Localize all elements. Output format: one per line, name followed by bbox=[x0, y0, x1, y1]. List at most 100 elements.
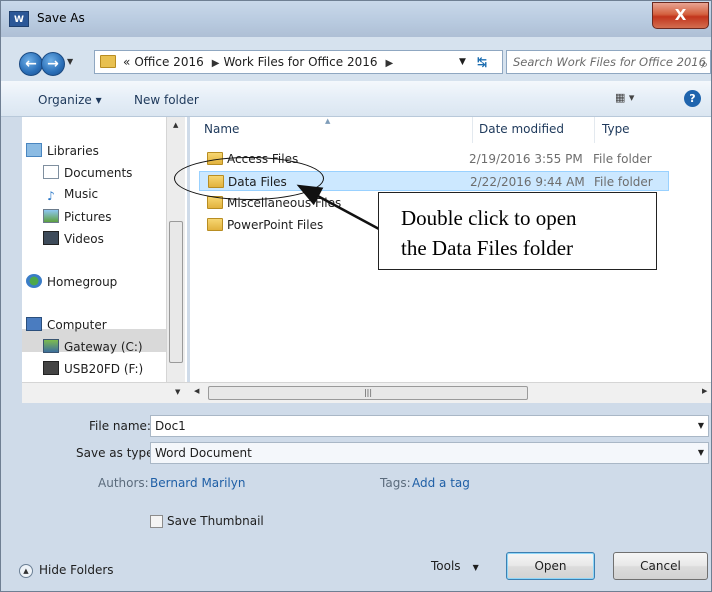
scroll-up-icon[interactable]: ▲ bbox=[173, 121, 178, 129]
sidebar-item-label: Computer bbox=[47, 318, 107, 332]
save-as-dialog: W Save As X ← → ▼ «Office 2016 ▶ Work File… bbox=[0, 0, 712, 592]
address-row: ← → ▼ «Office 2016 ▶ Work Files for Office… bbox=[1, 37, 711, 81]
chevron-down-icon: ▼ bbox=[67, 57, 74, 66]
sidebar-item-label: Pictures bbox=[64, 210, 112, 224]
callout-highlight-ellipse bbox=[174, 157, 324, 200]
drive-icon bbox=[43, 339, 59, 353]
horizontal-scrollbar[interactable]: ▼ ◀ ||| ▶ bbox=[22, 382, 711, 403]
arrow-right-icon: → bbox=[47, 56, 59, 72]
sidebar-item-videos[interactable]: Videos bbox=[43, 231, 104, 246]
chevron-up-icon[interactable]: ▲ bbox=[19, 564, 33, 578]
title-bar[interactable]: W Save As X bbox=[1, 1, 711, 37]
sidebar-item-music[interactable]: ♪ Music bbox=[43, 187, 98, 204]
scrollbar-thumb[interactable]: ||| bbox=[208, 386, 528, 400]
column-divider[interactable] bbox=[472, 117, 473, 143]
file-type: File folder bbox=[593, 152, 652, 166]
sidebar-item-homegroup[interactable]: Homegroup bbox=[26, 274, 117, 289]
authors-value[interactable]: Bernard Marilyn bbox=[150, 476, 245, 490]
breadcrumb-office-2016[interactable]: Office 2016 bbox=[134, 55, 203, 69]
breadcrumb-work-files[interactable]: Work Files for Office 2016 bbox=[223, 55, 377, 69]
tools-label: Tools bbox=[431, 559, 461, 573]
filename-value: Doc1 bbox=[155, 419, 186, 433]
tools-button[interactable]: Tools ▼ bbox=[431, 559, 479, 573]
column-header-type[interactable]: Type bbox=[602, 122, 630, 136]
breadcrumb-overflow[interactable]: « bbox=[123, 55, 130, 69]
file-name: PowerPoint Files bbox=[227, 218, 324, 232]
save-thumbnail-label[interactable]: Save Thumbnail bbox=[167, 514, 264, 528]
sidebar-item-drive-c[interactable]: Gateway (C:) bbox=[43, 339, 143, 354]
search-input[interactable]: Search Work Files for Office 2016 ⌕ bbox=[506, 50, 711, 74]
folder-icon bbox=[207, 218, 223, 231]
savetype-value: Word Document bbox=[155, 446, 252, 460]
save-thumbnail-checkbox[interactable] bbox=[150, 515, 163, 528]
scrollbar-thumb[interactable] bbox=[169, 221, 183, 363]
sort-ascending-icon: ▲ bbox=[325, 117, 331, 125]
navigation-pane: Libraries Documents ♪ Music Pictures Vide… bbox=[22, 117, 187, 382]
savetype-label: Save as type: bbox=[76, 446, 158, 460]
sidebar-item-label: Documents bbox=[64, 166, 133, 180]
cancel-button[interactable]: Cancel bbox=[613, 552, 708, 580]
address-bar[interactable]: «Office 2016 ▶ Work Files for Office 2016 ▶… bbox=[94, 50, 503, 74]
chevron-right-icon[interactable]: ▶ bbox=[385, 58, 393, 69]
file-date: 2/22/2016 9:44 AM bbox=[470, 175, 585, 189]
chevron-down-icon[interactable]: ▼ bbox=[698, 416, 704, 436]
sidebar-item-documents[interactable]: Documents bbox=[43, 165, 132, 180]
libraries-icon bbox=[26, 143, 42, 157]
chevron-right-icon[interactable]: ▶ bbox=[212, 58, 220, 69]
hide-folders-button[interactable]: Hide Folders bbox=[39, 563, 114, 577]
organize-button[interactable]: Organize ▾ bbox=[38, 93, 102, 107]
sidebar-item-drive-f[interactable]: USB20FD (F:) bbox=[43, 361, 143, 376]
window-title: Save As bbox=[37, 11, 85, 25]
new-folder-button[interactable]: New folder bbox=[134, 93, 199, 107]
sidebar-item-label: Gateway (C:) bbox=[64, 340, 143, 354]
chevron-down-icon: ▼ bbox=[472, 563, 479, 572]
authors-label: Authors: bbox=[98, 476, 149, 490]
open-button[interactable]: Open bbox=[506, 552, 595, 580]
column-header-date[interactable]: Date modified bbox=[479, 122, 564, 136]
music-note-icon: ♪ bbox=[47, 189, 55, 203]
tags-input[interactable]: Add a tag bbox=[412, 476, 470, 490]
command-toolbar: Organize ▾ New folder ▦ ▾ ? bbox=[1, 81, 711, 117]
refresh-icon[interactable]: ↹ bbox=[477, 51, 487, 73]
chevron-down-icon[interactable]: ▼ bbox=[698, 443, 704, 463]
search-icon[interactable]: ⌕ bbox=[701, 53, 708, 73]
back-button[interactable]: ← bbox=[19, 52, 43, 76]
callout-line-2: the Data Files folder bbox=[401, 236, 574, 260]
column-header-name[interactable]: Name bbox=[204, 122, 239, 136]
folder-icon bbox=[100, 55, 116, 68]
sidebar-item-label: USB20FD (F:) bbox=[64, 362, 144, 376]
sidebar-item-label: Music bbox=[64, 187, 99, 201]
forward-button[interactable]: → bbox=[41, 52, 65, 76]
sidebar-item-pictures[interactable]: Pictures bbox=[43, 209, 112, 224]
help-icon[interactable]: ? bbox=[684, 90, 701, 107]
history-dropdown[interactable]: ▼ bbox=[67, 57, 73, 66]
word-app-icon: W bbox=[9, 11, 29, 27]
usb-drive-icon bbox=[43, 361, 59, 375]
sidebar-item-label: Videos bbox=[64, 232, 104, 246]
filename-input[interactable]: Doc1 ▼ bbox=[150, 415, 709, 437]
change-view-button[interactable]: ▦ ▾ bbox=[615, 91, 645, 107]
scroll-down-icon[interactable]: ▼ bbox=[175, 388, 180, 396]
column-divider[interactable] bbox=[594, 117, 595, 143]
savetype-select[interactable]: Word Document ▼ bbox=[150, 442, 709, 464]
search-placeholder: Search Work Files for Office 2016 bbox=[513, 55, 706, 69]
address-dropdown-icon[interactable]: ▼ bbox=[459, 51, 466, 73]
callout-note: Double click to open the Data Files fold… bbox=[378, 192, 657, 270]
file-date: 2/19/2016 3:55 PM bbox=[469, 152, 583, 166]
sidebar-item-libraries[interactable]: Libraries bbox=[26, 143, 99, 158]
scroll-right-icon[interactable]: ▶ bbox=[702, 387, 707, 395]
callout-line-1: Double click to open bbox=[401, 206, 577, 230]
navigation-scrollbar[interactable]: ▲ bbox=[166, 117, 185, 382]
document-icon bbox=[43, 165, 59, 179]
homegroup-icon bbox=[26, 274, 42, 288]
filename-label: File name: bbox=[89, 419, 151, 433]
file-type: File folder bbox=[594, 175, 653, 189]
sidebar-item-label: Homegroup bbox=[47, 275, 118, 289]
sidebar-item-label: Libraries bbox=[47, 144, 99, 158]
scroll-left-icon[interactable]: ◀ bbox=[194, 387, 199, 395]
sidebar-item-computer[interactable]: Computer bbox=[26, 317, 107, 332]
arrow-left-icon: ← bbox=[25, 56, 37, 72]
tags-label: Tags: bbox=[380, 476, 411, 490]
pictures-icon bbox=[43, 209, 59, 223]
close-button[interactable]: X bbox=[652, 2, 709, 29]
